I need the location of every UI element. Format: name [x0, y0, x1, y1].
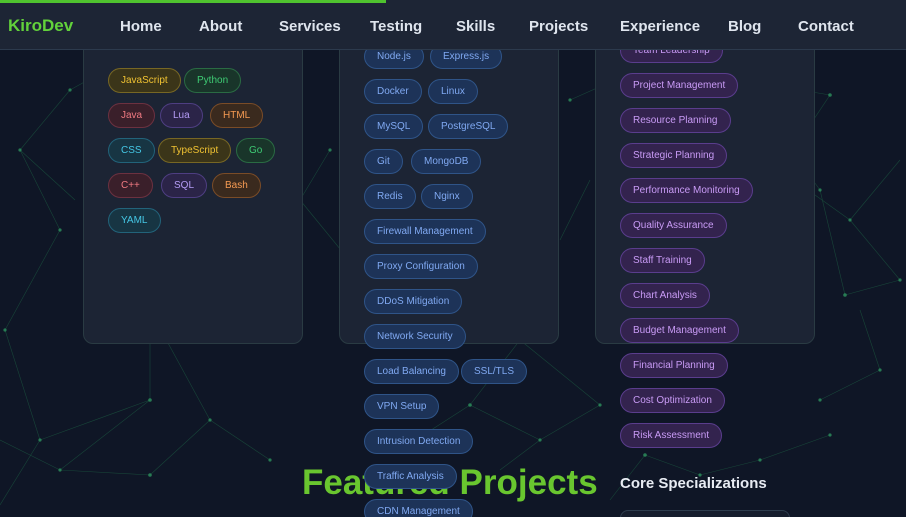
skill-tag-cpp: C++	[108, 173, 153, 198]
skill-tag-staff-training: Staff Training	[620, 248, 705, 273]
skill-tag-strategic-planning: Strategic Planning	[620, 143, 728, 168]
nav-link-about[interactable]: About	[199, 18, 242, 35]
skill-tag-html: HTML	[210, 103, 264, 128]
nav-link-experience[interactable]: Experience	[620, 18, 700, 35]
skill-tag-firewall-management: Firewall Management	[364, 219, 486, 244]
skill-tag-linux: Linux	[428, 79, 478, 104]
top-navbar: KiroDev Home About Services Testing Skil…	[0, 0, 906, 50]
skill-tag-python: Python	[184, 68, 242, 93]
skill-tag-resource-planning: Resource Planning	[620, 108, 731, 133]
skill-tag-ddos-mitigation: DDoS Mitigation	[364, 289, 463, 314]
skill-tag-traffic-analysis: Traffic Analysis	[364, 464, 457, 489]
nav-link-home[interactable]: Home	[120, 18, 162, 35]
skill-tag-cdn-management: CDN Management	[364, 499, 473, 517]
skill-tag-typescript: TypeScript	[158, 138, 232, 163]
skill-tag-cost-optimization: Cost Optimization	[620, 388, 725, 413]
skill-tag-quality-assurance: Quality Assurance	[620, 213, 727, 238]
skill-tag-budget-management: Budget Management	[620, 318, 739, 343]
skill-tag-git: Git	[364, 149, 403, 174]
skill-tag-mysql: MySQL	[364, 114, 424, 139]
skill-tag-yaml: YAML	[108, 208, 161, 233]
core-specializations-heading: Core Specializations	[620, 475, 767, 492]
skill-tag-postgresql: PostgreSQL	[428, 114, 509, 139]
skill-tag-chart-analysis: Chart Analysis	[620, 283, 710, 308]
skill-tag-java: Java	[108, 103, 156, 128]
nav-link-skills[interactable]: Skills	[456, 18, 495, 35]
skill-tag-load-balancing: Load Balancing	[364, 359, 459, 384]
skill-tag-vpn-setup: VPN Setup	[364, 394, 440, 419]
skill-tag-performance-monitoring: Performance Monitoring	[620, 178, 753, 203]
nav-link-contact[interactable]: Contact	[798, 18, 854, 35]
skill-tag-ssl-tls: SSL/TLS	[461, 359, 528, 384]
core-specializations-card	[620, 510, 790, 517]
skill-tag-css: CSS	[108, 138, 155, 163]
skill-tag-intrusion-detection: Intrusion Detection	[364, 429, 474, 454]
skill-tag-bash: Bash	[212, 173, 261, 198]
nav-link-blog[interactable]: Blog	[728, 18, 761, 35]
skill-tag-mongodb: MongoDB	[411, 149, 482, 174]
skill-tag-go: Go	[236, 138, 276, 163]
skill-tag-risk-assessment: Risk Assessment	[620, 423, 723, 448]
skill-tag-proxy-configuration: Proxy Configuration	[364, 254, 478, 279]
nav-link-projects[interactable]: Projects	[529, 18, 588, 35]
skill-tag-docker: Docker	[364, 79, 422, 104]
skill-tag-redis: Redis	[364, 184, 416, 209]
brand-logo[interactable]: KiroDev	[8, 16, 73, 36]
skill-tag-network-security: Network Security	[364, 324, 466, 349]
skill-tag-javascript: JavaScript	[108, 68, 181, 93]
skill-tag-project-management: Project Management	[620, 73, 739, 98]
skill-tag-financial-planning: Financial Planning	[620, 353, 728, 378]
scroll-progress-bar	[0, 0, 386, 3]
nav-link-services[interactable]: Services	[279, 18, 341, 35]
skill-tag-sql: SQL	[161, 173, 208, 198]
skill-tag-nginx: Nginx	[421, 184, 473, 209]
skill-tag-lua: Lua	[160, 103, 203, 128]
nav-link-testing[interactable]: Testing	[370, 18, 422, 35]
